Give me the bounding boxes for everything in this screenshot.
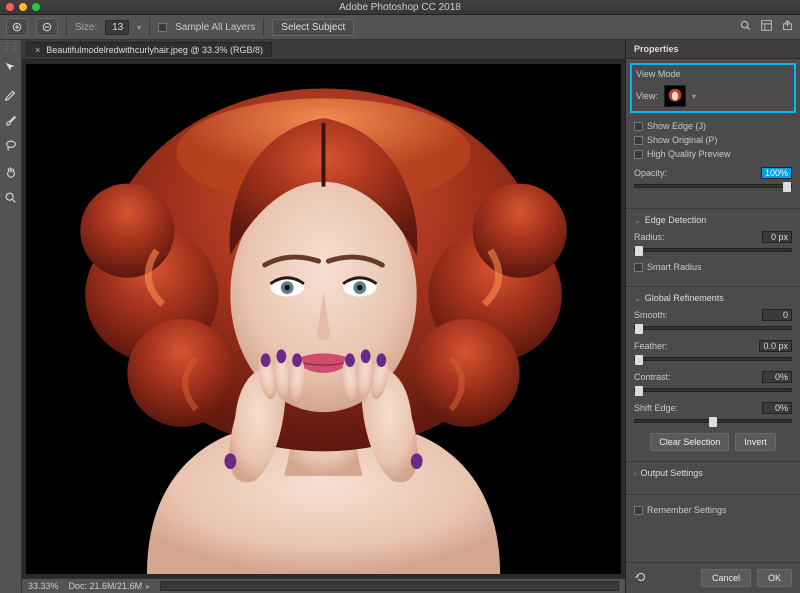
- divider: [263, 18, 264, 36]
- canvas-viewport[interactable]: [22, 60, 625, 578]
- options-bar: Size: 13 ▾ Sample All Layers Select Subj…: [0, 15, 800, 40]
- remember-settings-checkbox[interactable]: [634, 506, 643, 515]
- clear-selection-button[interactable]: Clear Selection: [650, 433, 729, 451]
- main-area: ⋮⋮ × Beautifulmodelredwithcurlyhair.jpeg…: [0, 40, 800, 593]
- contrast-slider[interactable]: [634, 388, 792, 392]
- subtract-from-selection-button[interactable]: [36, 18, 58, 36]
- smooth-value[interactable]: 0: [762, 309, 792, 321]
- sample-all-layers-checkbox[interactable]: [158, 23, 167, 32]
- status-bar: 33.33% Doc: 21.6M/21.6M ▸: [22, 578, 625, 593]
- divider: [149, 18, 150, 36]
- brush-size-value[interactable]: 13: [105, 20, 129, 35]
- cancel-button[interactable]: Cancel: [701, 569, 751, 587]
- high-quality-preview-checkbox[interactable]: [634, 150, 643, 159]
- document-info[interactable]: Doc: 21.6M/21.6M: [69, 581, 143, 591]
- add-to-selection-button[interactable]: [6, 18, 28, 36]
- radius-slider[interactable]: [634, 248, 792, 252]
- properties-panel: Properties View Mode View: ▾ Show Edge (…: [625, 40, 800, 593]
- zoom-level[interactable]: 33.33%: [28, 581, 59, 591]
- canvas-area: × Beautifulmodelredwithcurlyhair.jpeg @ …: [22, 40, 625, 593]
- close-tab-icon[interactable]: ×: [35, 45, 40, 55]
- view-mode-thumbnail[interactable]: [664, 85, 686, 107]
- radius-label: Radius:: [634, 232, 665, 242]
- feather-value[interactable]: 0.0 px: [759, 340, 792, 352]
- shift-edge-value[interactable]: 0%: [762, 402, 792, 414]
- canvas[interactable]: [26, 64, 621, 574]
- smooth-slider[interactable]: [634, 326, 792, 330]
- document-tab[interactable]: × Beautifulmodelredwithcurlyhair.jpeg @ …: [26, 42, 272, 57]
- document-tabs: × Beautifulmodelredwithcurlyhair.jpeg @ …: [22, 40, 625, 60]
- feather-slider[interactable]: [634, 357, 792, 361]
- contrast-label: Contrast:: [634, 372, 671, 382]
- search-icon[interactable]: [739, 19, 752, 35]
- refine-edge-brush-tool[interactable]: [2, 85, 20, 103]
- smooth-label: Smooth:: [634, 310, 668, 320]
- radius-value[interactable]: 0 px: [762, 231, 792, 243]
- zoom-tool[interactable]: [2, 189, 20, 207]
- reset-icon[interactable]: [634, 570, 648, 586]
- ok-button[interactable]: OK: [757, 569, 792, 587]
- lasso-tool[interactable]: [2, 137, 20, 155]
- shift-edge-label: Shift Edge:: [634, 403, 678, 413]
- shift-edge-slider[interactable]: [634, 419, 792, 423]
- remember-settings-label: Remember Settings: [647, 505, 727, 515]
- horizontal-scrollbar[interactable]: [160, 581, 619, 591]
- share-icon[interactable]: [781, 19, 794, 35]
- toolbar-grip-icon: ⋮⋮: [3, 42, 19, 51]
- view-mode-dropdown-icon[interactable]: ▾: [692, 92, 696, 101]
- show-edge-label: Show Edge (J): [647, 121, 706, 131]
- show-original-label: Show Original (P): [647, 135, 718, 145]
- divider: [66, 18, 67, 36]
- contrast-value[interactable]: 0%: [762, 371, 792, 383]
- toolbar: ⋮⋮: [0, 40, 22, 593]
- smart-radius-checkbox[interactable]: [634, 263, 643, 272]
- opacity-value[interactable]: 100%: [761, 167, 792, 179]
- opacity-slider[interactable]: [634, 184, 792, 188]
- edge-detection-title: Edge Detection: [645, 215, 707, 225]
- doc-info-menu-icon[interactable]: ▸: [146, 582, 150, 591]
- feather-label: Feather:: [634, 341, 668, 351]
- view-mode-title: View Mode: [636, 69, 790, 79]
- show-original-checkbox[interactable]: [634, 136, 643, 145]
- brush-size-label: Size:: [75, 22, 97, 33]
- collapse-icon[interactable]: ⌄: [634, 216, 641, 225]
- properties-footer: Cancel OK: [626, 562, 800, 593]
- properties-panel-title: Properties: [626, 40, 800, 59]
- document-tab-title: Beautifulmodelredwithcurlyhair.jpeg @ 33…: [46, 45, 263, 55]
- collapse-icon[interactable]: ⌄: [634, 294, 641, 303]
- global-refinements-title: Global Refinements: [645, 293, 724, 303]
- document-image: [26, 64, 621, 574]
- opacity-label: Opacity:: [634, 168, 667, 178]
- smart-radius-label: Smart Radius: [647, 262, 702, 272]
- brush-size-dropdown-icon[interactable]: ▾: [137, 23, 141, 32]
- hand-tool[interactable]: [2, 163, 20, 181]
- app-frame: Adobe Photoshop CC 2018 Size: 13 ▾ Sampl…: [0, 0, 800, 593]
- app-title: Adobe Photoshop CC 2018: [0, 2, 800, 13]
- select-subject-button[interactable]: Select Subject: [272, 19, 354, 36]
- view-label: View:: [636, 91, 658, 101]
- title-bar: Adobe Photoshop CC 2018: [0, 0, 800, 15]
- high-quality-preview-label: High Quality Preview: [647, 149, 731, 159]
- view-mode-highlight: View Mode View: ▾: [630, 63, 796, 113]
- invert-button[interactable]: Invert: [735, 433, 776, 451]
- brush-tool[interactable]: [2, 111, 20, 129]
- quick-select-tool[interactable]: [2, 59, 20, 77]
- workspace-icon[interactable]: [760, 19, 773, 35]
- expand-icon[interactable]: ›: [634, 469, 637, 478]
- show-edge-checkbox[interactable]: [634, 122, 643, 131]
- output-settings-title: Output Settings: [641, 468, 703, 478]
- sample-all-layers-label: Sample All Layers: [175, 22, 255, 33]
